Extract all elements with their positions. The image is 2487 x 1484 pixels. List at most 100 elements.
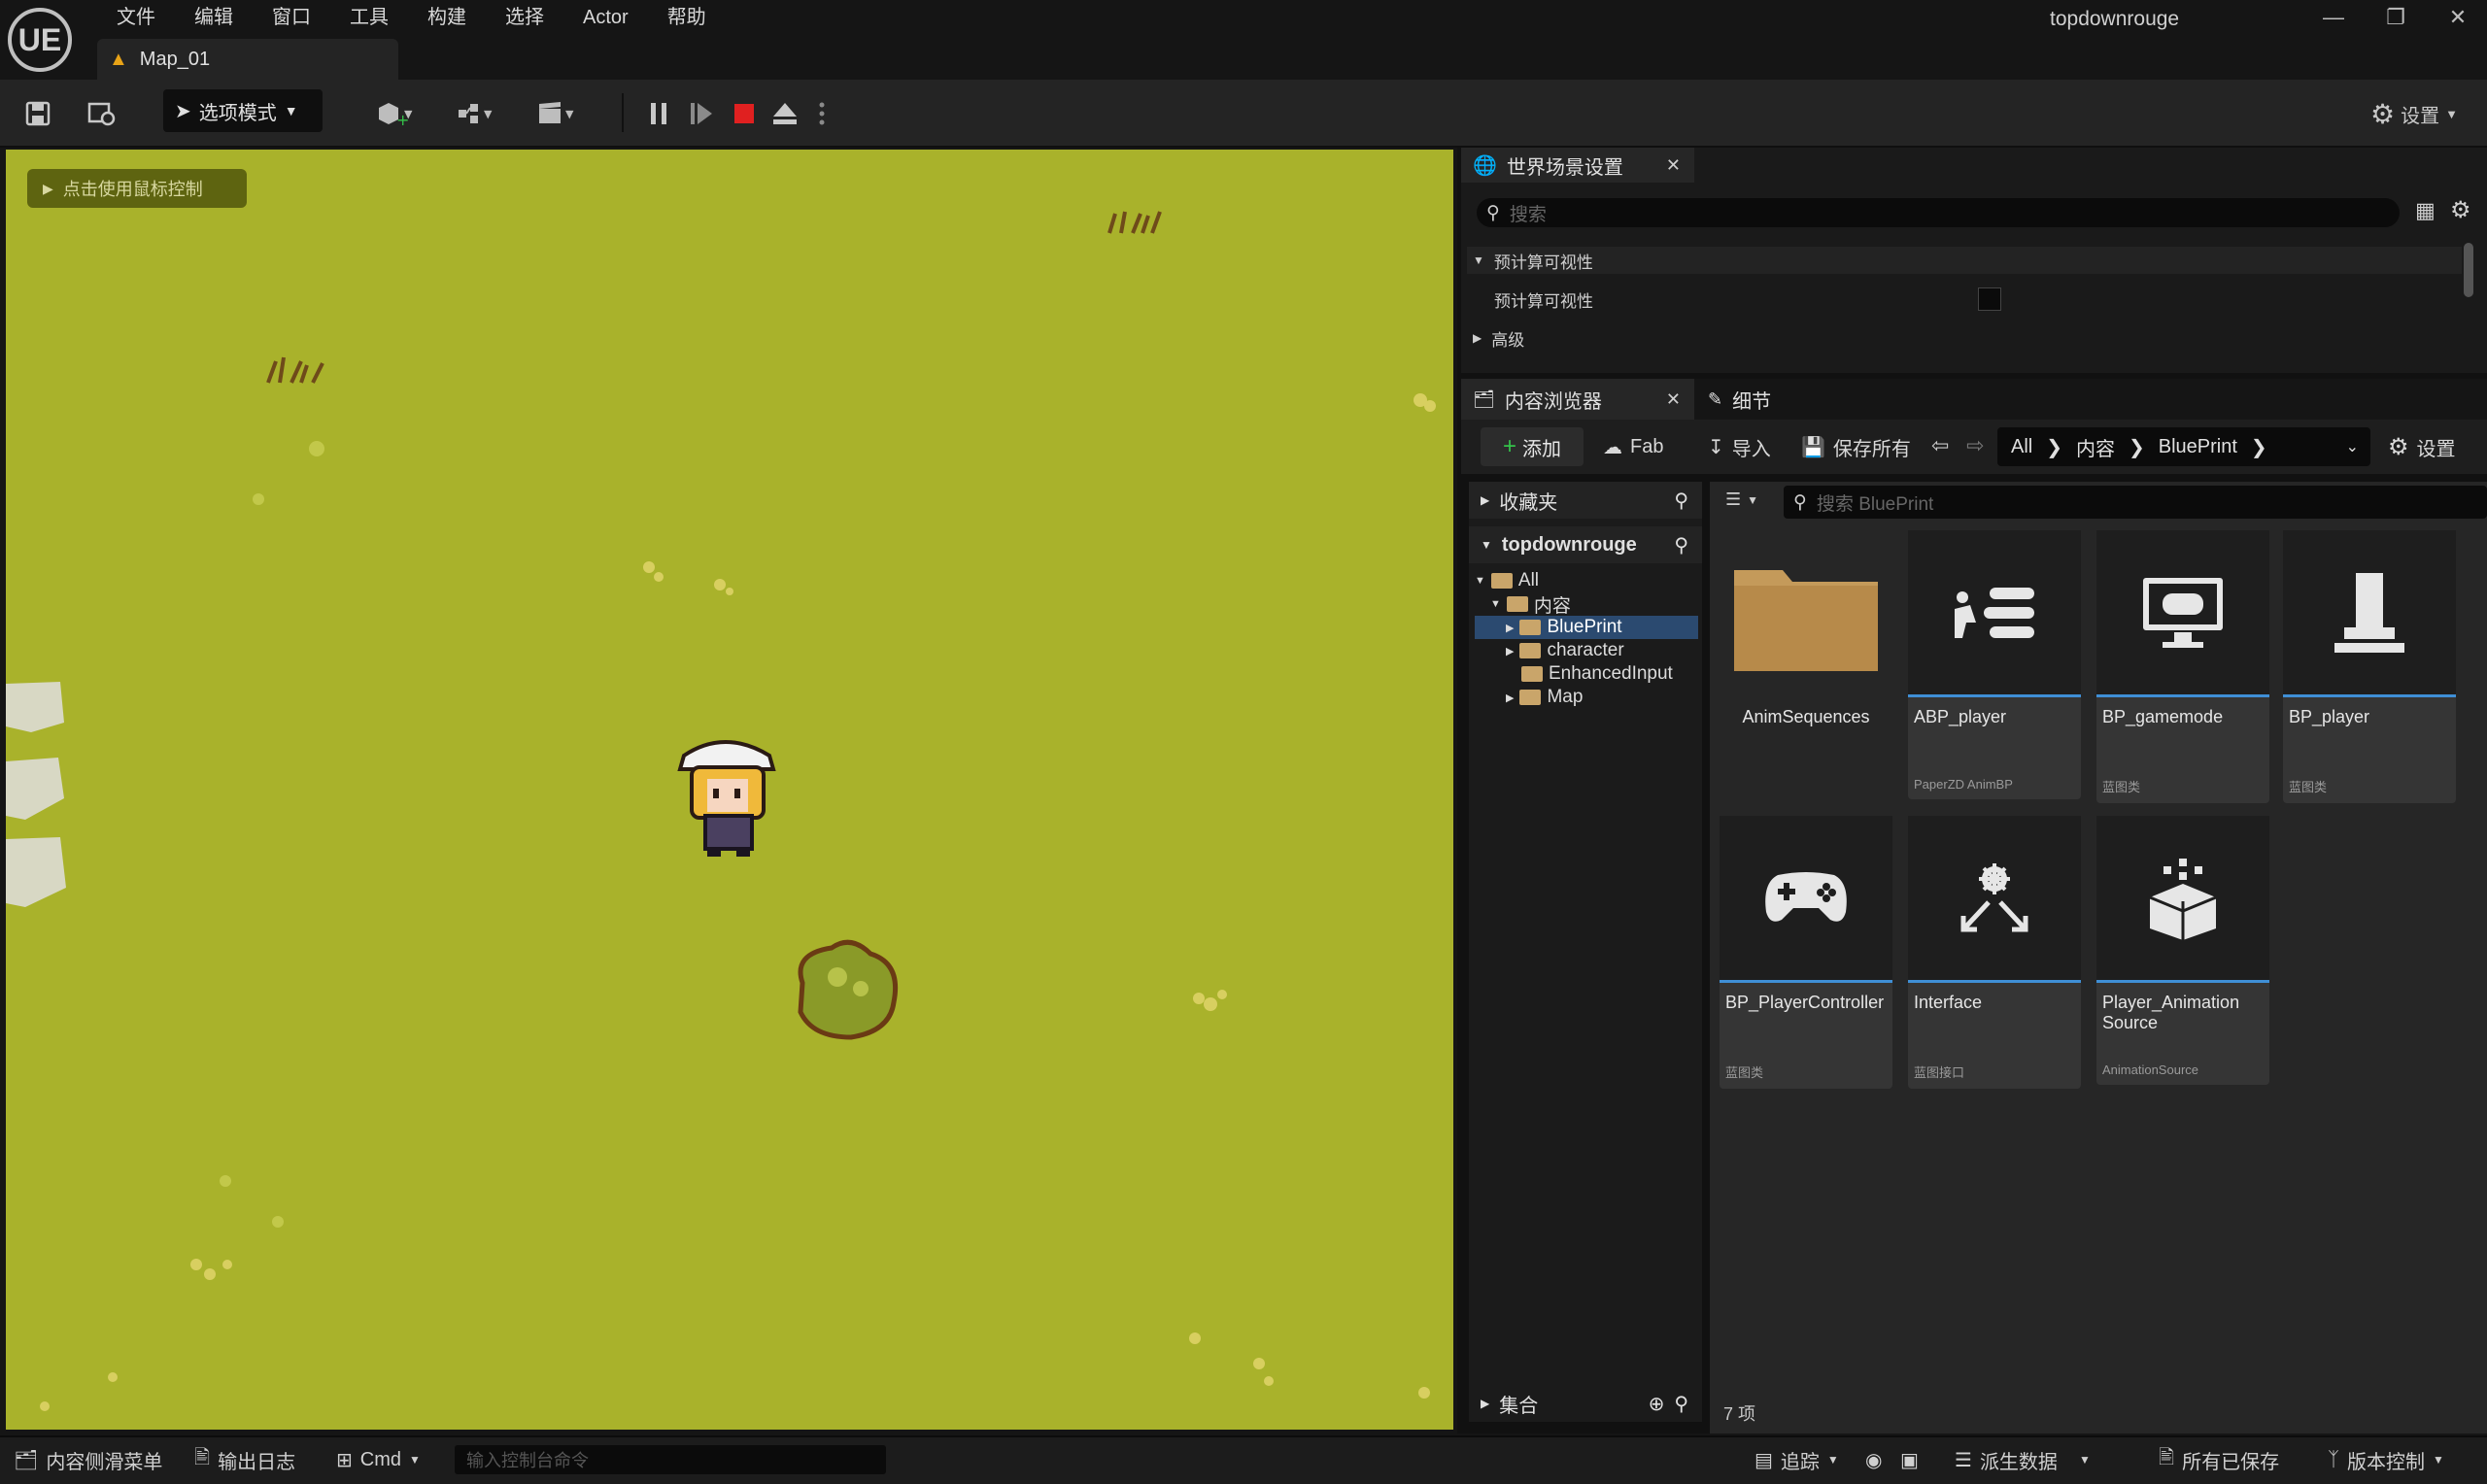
tree-item-map[interactable]: ▶ Map [1475,686,1702,709]
project-header[interactable]: ▼ topdownrouge ⚲ [1469,526,1702,563]
tree-item-character[interactable]: ▶ character [1475,639,1702,662]
menu-edit[interactable]: 编辑 [175,0,253,35]
add-actor-icon[interactable]: + ▼ [367,93,422,134]
content-drawer-button[interactable]: 🗂 内容侧滑菜单 [14,1435,162,1484]
back-icon[interactable]: ⇦ [1931,433,1949,458]
menu-file[interactable]: 文件 [97,0,175,35]
menu-tools[interactable]: 工具 [330,0,408,35]
restore-icon[interactable]: ❐ [2367,0,2425,35]
chevron-down-icon[interactable]: ⌄ [2346,437,2359,456]
settings-button[interactable]: ⚙ 设置 ▼ [2361,93,2468,134]
all-saved-label: 所有已保存 [2182,1451,2280,1473]
section-header-advanced[interactable]: ▶ 高级 [1467,324,2462,352]
tree-item-blueprint[interactable]: ▶ BluePrint [1475,616,1698,639]
close-icon[interactable]: ✕ [2429,0,2487,35]
tree-item-all[interactable]: ▼ All [1475,569,1702,592]
mode-dropdown[interactable]: ➤ 选项模式 ▼ [163,89,323,132]
collections-header[interactable]: ▶ 集合 ⊕ ⚲ [1469,1385,1702,1422]
search-icon[interactable]: ⚲ [1674,489,1688,513]
import-label: 导入 [1731,438,1771,460]
tree-item-content[interactable]: ▼ 内容 [1475,592,1702,617]
play-options-icon[interactable] [810,93,834,134]
asset-tile-player-animation-source[interactable]: Player_Animation Source AnimationSource [2096,816,2269,1085]
asset-search-input[interactable]: ⚲ 搜索 BluePrint [1784,486,2487,519]
section-label: 预计算可视性 [1493,253,1593,272]
chevron-right-icon: ▶ [1506,622,1515,634]
level-tab[interactable]: ▲ Map_01 [97,39,398,80]
eject-icon[interactable] [767,93,802,134]
asset-tile-animsequences[interactable]: AnimSequences [1720,530,1892,777]
content-browser-toolbar-icon[interactable] [82,93,122,134]
add-collection-icon[interactable]: ⊕ [1649,1392,1665,1416]
mouse-control-hint[interactable]: ▶ 点击使用鼠标控制 [27,169,247,208]
all-saved-button[interactable]: 🖹 所有已保存 [2159,1435,2279,1484]
section-header-precomputed-visibility[interactable]: ▼ 预计算可视性 [1467,247,2462,274]
blueprint-menu-icon[interactable]: ▼ [449,93,503,134]
fab-button[interactable]: ☁ Fab [1603,427,1663,466]
save-all-button[interactable]: 💾 保存所有 [1801,427,1911,466]
chevron-down-icon: ▼ [2433,1453,2444,1467]
favorites-header[interactable]: ▶ 收藏夹 ⚲ [1469,482,1702,519]
world-settings-search[interactable]: ⚲ 搜索 [1477,198,2400,227]
globe-icon: 🌐 [1473,154,1497,177]
unreal-logo[interactable]: UE [8,8,72,72]
folder-open-icon [1506,596,1528,612]
step-frame-icon[interactable] [684,93,719,134]
world-settings-tab[interactable]: 🌐 世界场景设置 ✕ [1461,148,1694,183]
minimize-icon[interactable]: — [2304,0,2363,35]
precomputed-visibility-checkbox[interactable] [1978,287,2001,311]
search-icon[interactable]: ⚲ [1674,1392,1688,1416]
source-control-dropdown[interactable]: ᛉ 版本控制 ▼ [2328,1435,2444,1484]
tree-item-enhanced-input[interactable]: EnhancedInput [1475,662,1702,686]
console-command-input[interactable]: 输入控制台命令 [455,1445,886,1474]
menu-window[interactable]: 窗口 [253,0,330,35]
save-icon[interactable] [17,93,58,134]
record-icon[interactable]: ◉ [1865,1435,1882,1484]
screenshot-icon[interactable]: ▣ [1900,1435,1919,1484]
details-tab[interactable]: ✎ 细节 [1694,379,1811,420]
menu-build[interactable]: 构建 [408,0,486,35]
filter-button[interactable]: ☰ ▼ [1725,489,1758,510]
breadcrumb-blueprint[interactable]: BluePrint [2159,436,2237,458]
chevron-right-icon: ▶ [1473,331,1482,345]
import-icon: ↧ [1708,436,1724,458]
gear-icon[interactable]: ⚙ [2450,196,2471,224]
close-icon[interactable]: ✕ [1666,155,1681,176]
close-icon[interactable]: ✕ [1666,389,1681,410]
content-drawer-icon: 🗂 [14,1449,39,1471]
search-icon[interactable]: ⚲ [1674,533,1688,557]
filter-icon: ☰ [1725,489,1742,509]
content-settings-button[interactable]: ⚙ 设置 [2388,427,2456,466]
add-button[interactable]: + 添加 [1481,427,1584,466]
asset-tile-bp-gamemode[interactable]: BP_gamemode 蓝图类 [2096,530,2269,803]
chevron-down-icon: ▼ [1747,492,1759,507]
menu-select[interactable]: 选择 [486,0,563,35]
output-log-button[interactable]: 🖹 输出日志 [194,1435,295,1484]
property-row: 预计算可视性 [1467,286,2462,313]
menu-bar: 文件 编辑 窗口 工具 构建 选择 Actor 帮助 [97,0,726,35]
table-view-icon[interactable]: ▦ [2415,198,2436,223]
asset-tile-bp-player[interactable]: BP_player 蓝图类 [2283,530,2456,803]
level-viewport[interactable]: ▶ 点击使用鼠标控制 [6,150,1453,1430]
derived-data-dropdown[interactable]: ☰ 派生数据 ▼ [1955,1435,2091,1484]
asset-tile-bp-playercontroller[interactable]: BP_PlayerController 蓝图类 [1720,816,1892,1089]
asset-tile-interface[interactable]: Interface 蓝图接口 [1908,816,2081,1089]
content-browser-tab[interactable]: 🗂 内容浏览器 ✕ [1461,379,1694,420]
import-button[interactable]: ↧ 导入 [1708,427,1771,466]
forward-icon[interactable]: ⇨ [1966,433,1984,458]
breadcrumb-content[interactable]: 内容 [2076,433,2115,461]
toolbar-separator [622,93,624,132]
breadcrumb-all[interactable]: All [2011,436,2032,458]
content-drawer-label: 内容侧滑菜单 [46,1451,163,1473]
stop-icon[interactable] [727,93,762,134]
cinematics-icon[interactable]: ▼ [528,93,583,134]
menu-help[interactable]: 帮助 [648,0,726,35]
asset-tile-abp-player[interactable]: ABP_player PaperZD AnimBP [1908,530,2081,799]
trace-dropdown[interactable]: ▤ 追踪 ▼ [1755,1435,1839,1484]
trace-icon: ▤ [1755,1449,1773,1471]
menu-actor[interactable]: Actor [563,0,648,35]
breadcrumb[interactable]: All ❯ 内容 ❯ BluePrint ❯ ⌄ [1997,427,2370,466]
cmd-dropdown[interactable]: ⊞ Cmd ▼ [336,1435,421,1484]
pause-icon[interactable] [641,93,676,134]
scrollbar[interactable] [2464,243,2473,297]
